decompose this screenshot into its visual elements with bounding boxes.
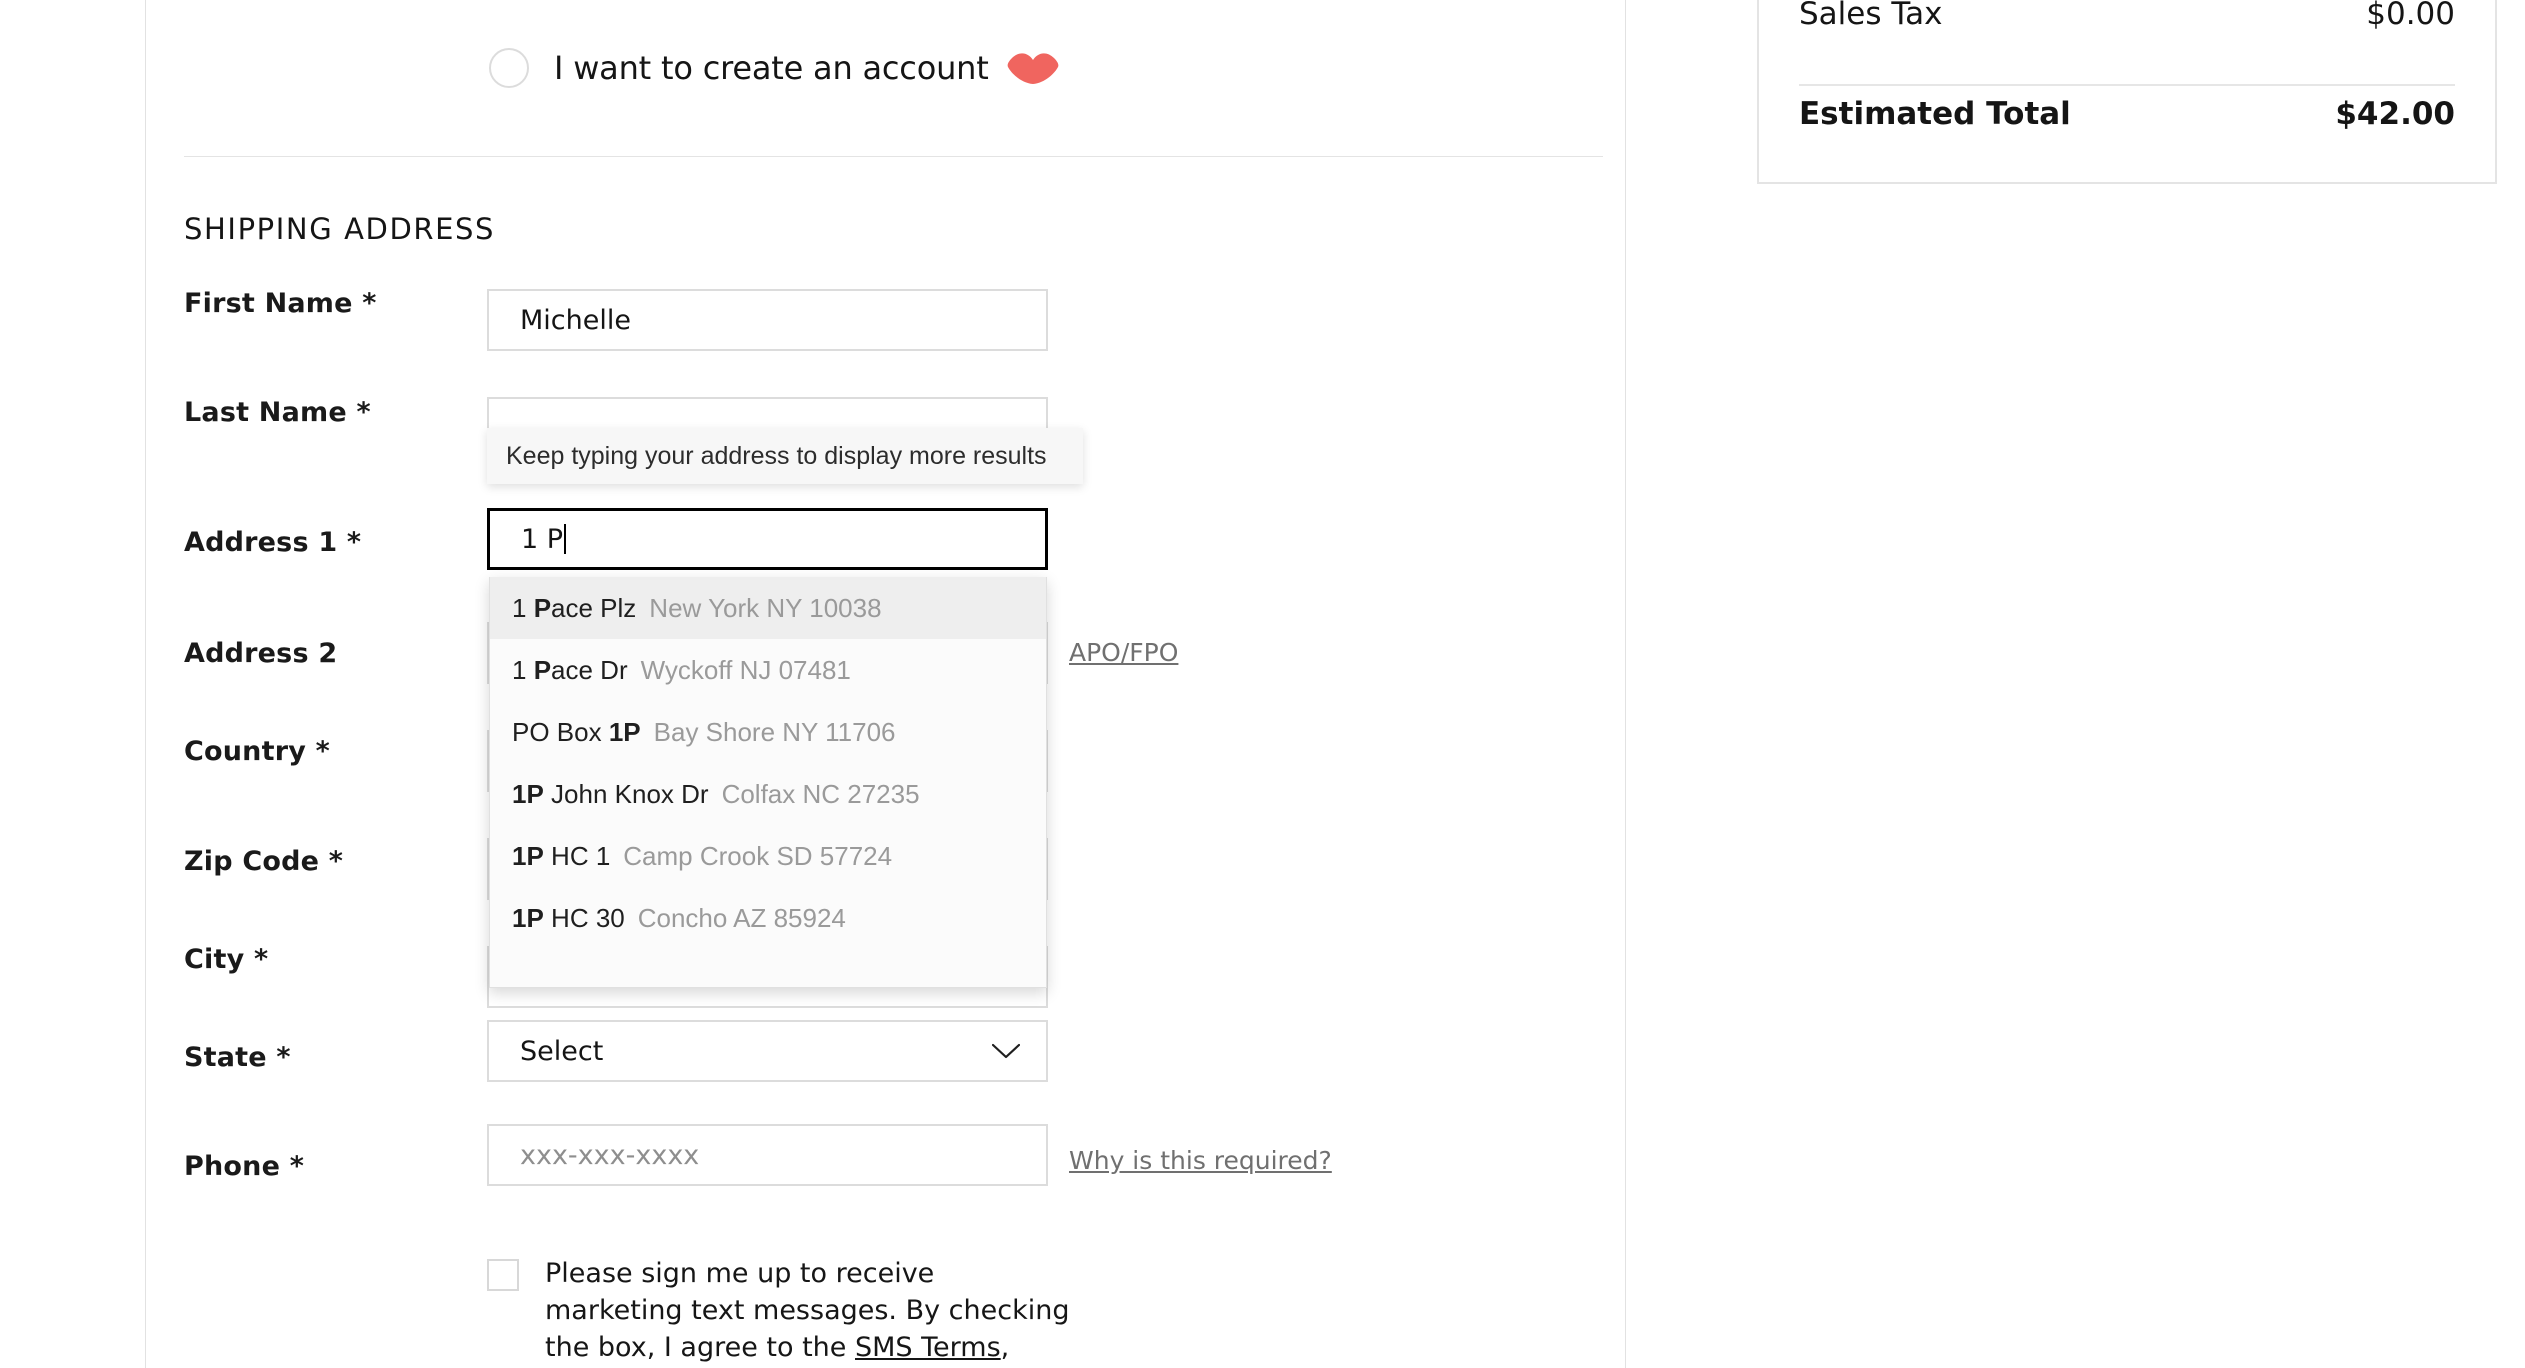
address-2-label: Address 2 bbox=[184, 638, 338, 669]
address-hint-tooltip: Keep typing your address to display more… bbox=[487, 428, 1083, 484]
create-account-row[interactable]: I want to create an account bbox=[489, 48, 1059, 88]
address-suggestion-item[interactable]: 1 Pace Dr Wyckoff NJ 07481 bbox=[490, 639, 1046, 701]
suggestion-street: 1P HC 30 bbox=[512, 902, 625, 933]
right-column-divider bbox=[1625, 0, 1626, 1368]
zip-code-label: Zip Code * bbox=[184, 846, 344, 877]
tax-label: Sales Tax bbox=[1799, 0, 1943, 32]
summary-separator bbox=[1799, 84, 2455, 86]
state-select[interactable]: Select bbox=[487, 1020, 1048, 1082]
page-title: SHIPPING ADDRESS bbox=[184, 212, 496, 246]
suggestion-region: Colfax NC 27235 bbox=[721, 778, 920, 809]
order-summary-panel: Standard Shipping FREE! Sales Tax $0.00 … bbox=[1757, 0, 2497, 184]
suggestion-street: 1P HC 1 bbox=[512, 840, 611, 871]
state-select-value: Select bbox=[520, 1035, 604, 1067]
suggestion-street: 1 Pace Plz bbox=[512, 592, 637, 623]
checkout-page: I want to create an account SHIPPING ADD… bbox=[0, 0, 2525, 1368]
suggestion-region: Camp Crook SD 57724 bbox=[623, 840, 893, 871]
create-account-radio[interactable] bbox=[489, 48, 529, 88]
suggestion-street: PO Box 1P bbox=[512, 716, 641, 747]
suggestion-region: Bay Shore NY 11706 bbox=[653, 716, 896, 747]
estimated-total-value: $42.00 bbox=[2335, 96, 2455, 132]
summary-row-tax: Sales Tax $0.00 bbox=[1799, 0, 2455, 70]
address-suggestion-item[interactable]: PO Box 1P Bay Shore NY 11706 bbox=[490, 701, 1046, 763]
address-1-input[interactable]: 1 P bbox=[487, 508, 1048, 570]
apo-fpo-link[interactable]: APO/FPO bbox=[1069, 638, 1178, 667]
address-1-value: 1 P bbox=[521, 523, 564, 555]
create-account-label: I want to create an account bbox=[554, 49, 989, 87]
estimated-total-label: Estimated Total bbox=[1799, 96, 2071, 132]
phone-label: Phone * bbox=[184, 1151, 305, 1182]
suggestion-region: Wyckoff NJ 07481 bbox=[640, 654, 851, 685]
state-label: State * bbox=[184, 1042, 291, 1073]
suggestion-region: New York NY 10038 bbox=[649, 592, 882, 623]
left-column-divider bbox=[145, 0, 146, 1368]
first-name-input[interactable]: Michelle bbox=[487, 289, 1048, 351]
sms-optin-row[interactable]: Please sign me up to receive marketing t… bbox=[487, 1255, 1075, 1368]
last-name-label: Last Name * bbox=[184, 397, 371, 428]
city-label: City * bbox=[184, 944, 269, 975]
sms-optin-checkbox[interactable] bbox=[487, 1259, 519, 1291]
address-suggestion-item[interactable]: 1P John Knox Dr Colfax NC 27235 bbox=[490, 763, 1046, 825]
address-suggestion-item[interactable]: 1P HC 1 Camp Crook SD 57724 bbox=[490, 825, 1046, 887]
suggestion-street: 1 Pace Dr bbox=[512, 654, 628, 685]
sms-terms-link[interactable]: SMS Terms bbox=[855, 1332, 1001, 1363]
address-autocomplete-dropdown[interactable]: 1 Pace Plz New York NY 10038 1 Pace Dr Wyck… bbox=[489, 577, 1047, 988]
sms-optin-text: Please sign me up to receive marketing t… bbox=[545, 1255, 1075, 1368]
lips-icon bbox=[1007, 53, 1058, 84]
address-suggestion-item[interactable]: 1 Pace Plz New York NY 10038 bbox=[490, 577, 1046, 639]
suggestion-street: 1P John Knox Dr bbox=[512, 778, 709, 809]
section-divider bbox=[184, 156, 1603, 157]
text-caret bbox=[564, 524, 567, 554]
address-suggestion-item[interactable]: 1P HC 30 Concho AZ 85924 bbox=[490, 887, 1046, 949]
address-1-label: Address 1 * bbox=[184, 527, 362, 558]
first-name-label: First Name * bbox=[184, 288, 377, 319]
chevron-down-icon bbox=[992, 1043, 1020, 1059]
suggestion-region: Concho AZ 85924 bbox=[637, 902, 846, 933]
tax-value: $0.00 bbox=[2366, 0, 2455, 32]
summary-row-total: Estimated Total $42.00 bbox=[1799, 96, 2455, 182]
country-label: Country * bbox=[184, 736, 330, 767]
phone-help-link[interactable]: Why is this required? bbox=[1069, 1146, 1332, 1175]
phone-input[interactable]: xxx-xxx-xxxx bbox=[487, 1124, 1048, 1186]
